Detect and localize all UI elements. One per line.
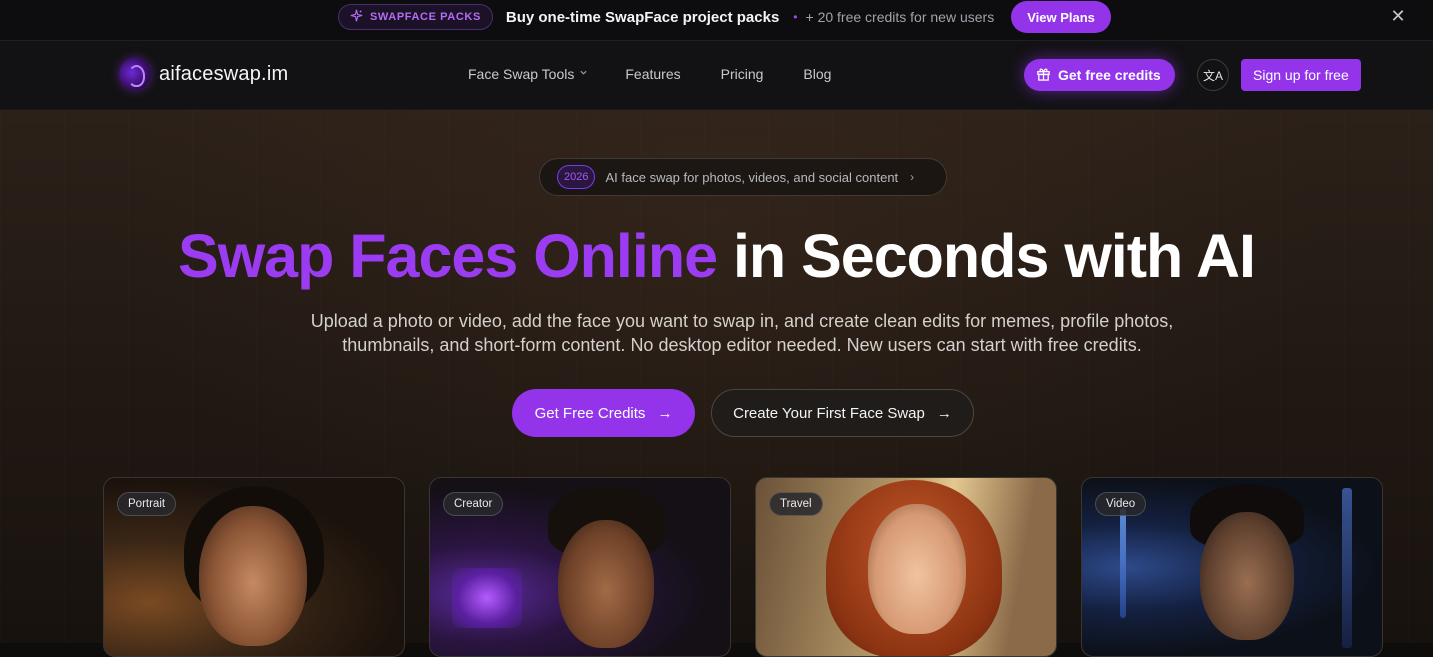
face-image — [558, 520, 654, 648]
promo-separator: • — [793, 10, 798, 24]
hero-description: Upload a photo or video, add the face yo… — [310, 311, 1174, 355]
logo-text: aifaceswap.im — [159, 62, 289, 85]
nav-item-label: Face Swap Tools — [468, 66, 575, 82]
hero-section: 2026 AI face swap for photos, videos, an… — [0, 110, 1433, 657]
face-image — [1200, 512, 1294, 640]
example-card-travel[interactable]: Travel — [755, 477, 1057, 657]
nav-item-label: Features — [625, 66, 681, 82]
site-logo[interactable]: aifaceswap.im — [119, 58, 288, 90]
chip-year-badge: 2026 — [557, 165, 596, 189]
nav-features[interactable]: Features — [625, 66, 680, 82]
title-rest: in Seconds with AI — [717, 222, 1256, 290]
example-card-portrait[interactable]: Portrait — [103, 477, 405, 657]
create-face-swap-cta[interactable]: Create Your First Face Swap → — [711, 389, 974, 437]
gift-icon — [1036, 66, 1051, 84]
translate-icon[interactable]: 文A — [1197, 59, 1229, 91]
card-tag: Creator — [443, 492, 504, 516]
gift-button-label: Get free credits — [1058, 67, 1161, 83]
card-tag: Travel — [769, 492, 823, 516]
page-title: Swap Faces Online in Seconds with AI — [0, 221, 1433, 291]
cta-label: Create Your First Face Swap — [733, 404, 925, 422]
main-menu: Face Swap Tools Features Pricing Blog — [468, 66, 831, 82]
title-accent: Swap Faces Online — [178, 222, 718, 290]
face-image — [199, 506, 307, 646]
top-navigation: aifaceswap.im Face Swap Tools Features P… — [0, 41, 1433, 110]
background-light — [452, 568, 522, 628]
promo-subtext: + 20 free credits for new users — [805, 9, 995, 25]
face-image — [868, 504, 966, 634]
announcement-chip[interactable]: 2026 AI face swap for photos, videos, an… — [539, 158, 947, 196]
promo-content: SWAPFACE PACKS Buy one-time SwapFace pro… — [338, 1, 1111, 33]
promo-headline: Buy one-time SwapFace project packs — [505, 8, 780, 26]
chevron-down-icon — [579, 68, 588, 80]
arrow-right-icon: → — [657, 404, 673, 422]
promo-badge: SWAPFACE PACKS — [338, 4, 493, 30]
background-light — [1120, 508, 1126, 618]
nav-blog[interactable]: Blog — [803, 66, 831, 82]
chip-text: AI face swap for photos, videos, and soc… — [605, 169, 899, 185]
example-card-creator[interactable]: Creator — [429, 477, 731, 657]
view-plans-button[interactable]: View Plans — [1011, 1, 1111, 33]
get-free-credits-button[interactable]: Get free credits — [1024, 59, 1175, 91]
sparkles-icon — [350, 9, 363, 25]
card-tag: Video — [1095, 492, 1147, 516]
card-tag: Portrait — [117, 492, 177, 516]
nav-face-swap-tools[interactable]: Face Swap Tools — [468, 66, 588, 82]
sign-up-button[interactable]: Sign up for free — [1241, 59, 1361, 91]
get-free-credits-cta[interactable]: Get Free Credits → — [512, 389, 695, 437]
nav-item-label: Pricing — [720, 66, 764, 82]
promo-bar: SWAPFACE PACKS Buy one-time SwapFace pro… — [0, 0, 1433, 41]
background-light — [1342, 488, 1352, 648]
example-card-video[interactable]: Video — [1081, 477, 1383, 657]
promo-badge-label: SWAPFACE PACKS — [370, 11, 481, 23]
close-icon[interactable]: ✕ — [1388, 6, 1408, 26]
chevron-right-icon: › — [910, 170, 915, 184]
nav-pricing[interactable]: Pricing — [721, 66, 764, 82]
logo-icon — [119, 58, 151, 90]
arrow-right-icon: → — [936, 404, 952, 422]
nav-item-label: Blog — [803, 66, 832, 82]
cta-label: Get Free Credits — [534, 404, 646, 422]
